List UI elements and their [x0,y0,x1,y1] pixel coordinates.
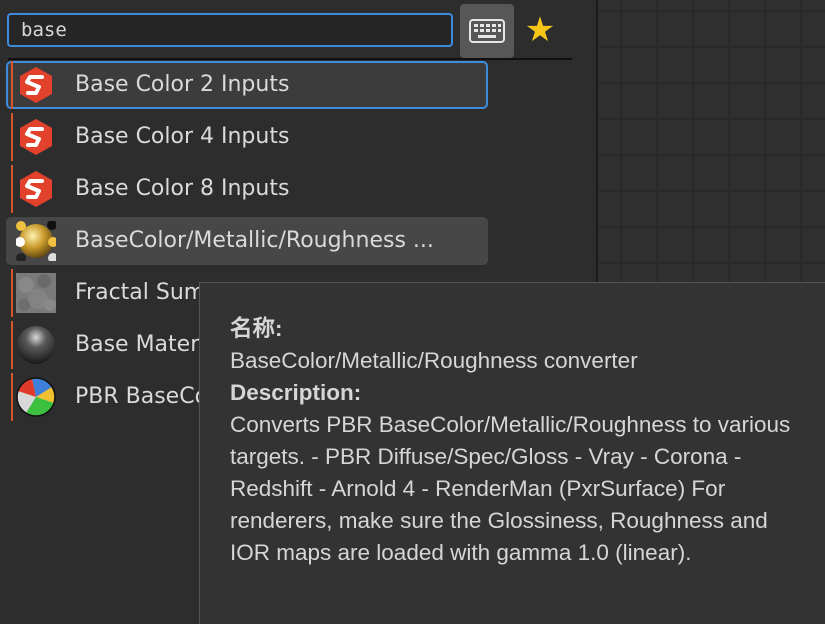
result-item-base-color-8-inputs[interactable]: Base Color 8 Inputs [6,165,488,213]
favorites-button[interactable]: ★ [522,10,558,50]
category-bar [11,61,13,109]
material-sphere-icon [17,326,55,364]
result-item-basecolor-metallic-roughness[interactable]: BaseColor/Metallic/Roughness ... [6,217,488,265]
search-input[interactable] [7,13,453,47]
keyboard-button[interactable] [460,4,514,58]
substance-logo-icon [20,67,52,103]
fractal-noise-thumbnail-icon [16,273,56,313]
tooltip-description-label: Description: [230,380,362,405]
substance-logo-icon [20,119,52,155]
result-label: BaseColor/Metallic/Roughness ... [75,228,434,253]
category-bar [11,373,13,421]
substance-logo-icon [20,171,52,207]
tooltip-name-label: 名称: [230,316,283,341]
category-bar [11,269,13,317]
keyboard-icon [469,19,505,43]
result-label: Base Color 2 Inputs [75,72,290,97]
material-balls-icon [16,221,56,261]
category-bar [11,165,13,213]
header-divider [8,58,572,60]
result-label: Base Color 8 Inputs [75,176,290,201]
pbr-sphere-icon [16,377,56,417]
star-icon: ★ [524,10,556,50]
category-bar [11,113,13,161]
category-bar [11,321,13,369]
node-info-tooltip: 名称: BaseColor/Metallic/Roughness convert… [199,282,825,624]
result-item-base-color-4-inputs[interactable]: Base Color 4 Inputs [6,113,488,161]
tooltip-name-value: BaseColor/Metallic/Roughness converter [230,348,638,373]
result-item-base-color-2-inputs[interactable]: Base Color 2 Inputs [6,61,488,109]
tooltip-description-text: Converts PBR BaseColor/Metallic/Roughnes… [230,412,791,565]
result-label: Base Color 4 Inputs [75,124,290,149]
